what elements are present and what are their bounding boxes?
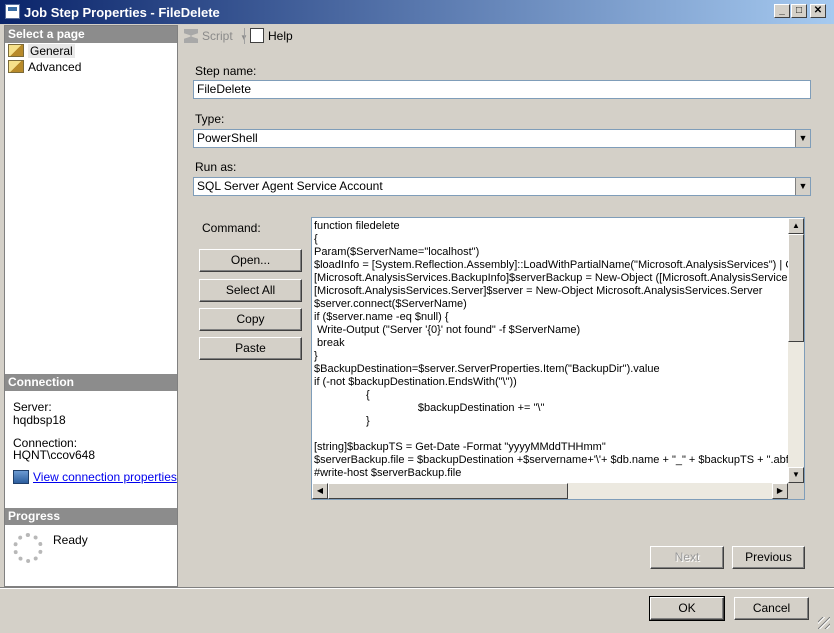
view-connection-row: View connection properties	[13, 470, 177, 484]
select-all-button[interactable]: Select All	[199, 279, 302, 302]
scrollbar-corner	[788, 483, 804, 499]
progress-status: Ready	[53, 533, 88, 547]
progress-spinner-icon	[13, 533, 43, 563]
server-value: hqdbsp18	[13, 413, 66, 427]
command-textarea[interactable]: function filedelete { Param($ServerName=…	[311, 217, 805, 500]
type-value: PowerShell	[197, 131, 258, 145]
chevron-down-icon[interactable]: ▼	[795, 130, 810, 147]
connection-value: HQNT\ccov648	[13, 448, 96, 462]
run-as-value: SQL Server Agent Service Account	[197, 179, 383, 193]
page-icon	[8, 60, 24, 73]
step-name-label: Step name:	[195, 64, 257, 78]
scroll-up-icon[interactable]: ▲	[788, 218, 804, 234]
run-as-dropdown[interactable]: SQL Server Agent Service Account ▼	[193, 177, 811, 196]
select-all-label: Select All	[225, 283, 276, 297]
page-item-advanced[interactable]: Advanced	[8, 59, 81, 75]
copy-button[interactable]: Copy	[199, 308, 302, 331]
type-dropdown[interactable]: PowerShell ▼	[193, 129, 811, 148]
app-icon	[5, 4, 20, 19]
page-item-label: General	[28, 44, 75, 58]
close-button[interactable]: ✕	[810, 4, 826, 18]
help-icon	[250, 28, 264, 43]
page-item-label: Advanced	[28, 60, 82, 74]
next-button[interactable]: Next	[650, 546, 724, 569]
next-label: Next	[674, 550, 700, 564]
server-label: Server:	[13, 400, 52, 414]
step-name-field[interactable]: FileDelete	[193, 80, 811, 99]
progress-header: Progress	[5, 508, 177, 525]
horizontal-scroll-thumb[interactable]	[328, 483, 568, 499]
copy-label: Copy	[236, 312, 265, 326]
scroll-left-icon[interactable]: ◀	[312, 483, 328, 499]
ok-label: OK	[678, 601, 696, 615]
maximize-button[interactable]: □	[791, 4, 807, 18]
select-page-header: Select a page	[5, 26, 177, 43]
left-panel: Select a page General Advanced Connectio…	[4, 25, 178, 587]
connection-properties-icon	[13, 470, 29, 484]
cancel-label: Cancel	[752, 601, 791, 615]
type-label: Type:	[195, 112, 225, 126]
cancel-button[interactable]: Cancel	[734, 597, 809, 620]
vertical-scroll-thumb[interactable]	[788, 234, 804, 342]
open-label: Open...	[230, 253, 271, 267]
script-icon	[184, 29, 198, 43]
connection-header: Connection	[5, 374, 177, 391]
title-bar: Job Step Properties - FileDelete _ □ ✕	[0, 0, 834, 24]
previous-button[interactable]: Previous	[732, 546, 805, 569]
minimize-button[interactable]: _	[774, 4, 790, 18]
paste-label: Paste	[235, 341, 266, 355]
vertical-scrollbar[interactable]: ▲ ▼	[788, 218, 804, 483]
page-item-general[interactable]: General	[8, 43, 75, 59]
view-connection-properties-link[interactable]: View connection properties	[33, 470, 177, 484]
window-title: Job Step Properties - FileDelete	[24, 5, 220, 20]
script-button[interactable]: Script ▼	[184, 27, 248, 45]
help-label: Help	[268, 29, 293, 43]
horizontal-scrollbar[interactable]: ◀ ▶	[312, 483, 788, 499]
run-as-label: Run as:	[195, 160, 237, 174]
command-label: Command:	[202, 221, 261, 235]
chevron-down-icon[interactable]: ▼	[795, 178, 810, 195]
page-icon	[8, 44, 24, 57]
scroll-right-icon[interactable]: ▶	[772, 483, 788, 499]
command-text[interactable]: function filedelete { Param($ServerName=…	[314, 220, 788, 483]
resize-grip-icon[interactable]	[818, 617, 830, 629]
paste-button[interactable]: Paste	[199, 337, 302, 360]
ok-button[interactable]: OK	[649, 596, 725, 621]
previous-label: Previous	[745, 550, 792, 564]
scroll-down-icon[interactable]: ▼	[788, 467, 804, 483]
footer-divider-highlight	[0, 588, 834, 589]
toolbar-separator	[244, 28, 245, 44]
open-button[interactable]: Open...	[199, 249, 302, 272]
script-label: Script	[202, 29, 233, 43]
help-button[interactable]: Help	[250, 27, 293, 45]
